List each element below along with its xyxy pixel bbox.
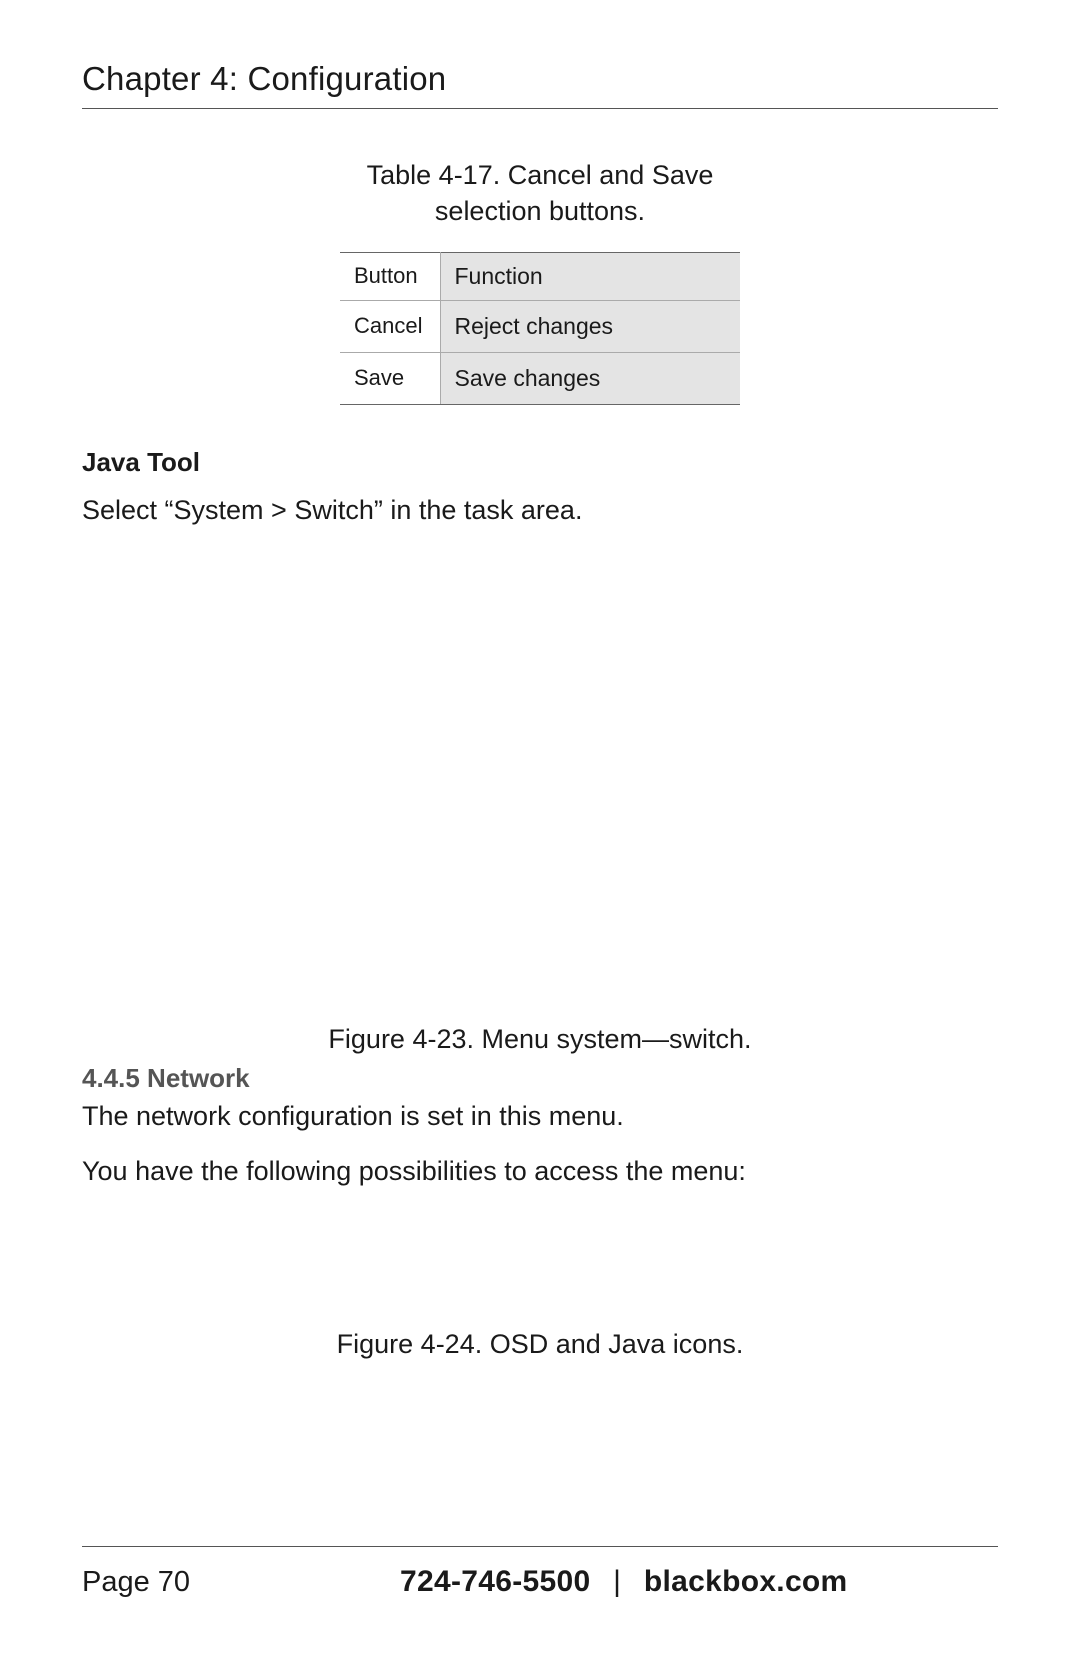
document-page: Chapter 4: Configuration Table 4-17. Can…: [0, 0, 1080, 1669]
footer-site: blackbox.com: [644, 1565, 848, 1598]
figure-4-23-caption: Figure 4-23. Menu system—switch.: [82, 1024, 998, 1055]
footer-phone: 724-746-5500: [400, 1565, 590, 1598]
table-4-17-caption: Table 4-17. Cancel and Save selection bu…: [82, 157, 998, 230]
section-4-4-5-p1: The network configuration is set in this…: [82, 1098, 998, 1136]
footer-separator: |: [613, 1565, 621, 1598]
table-row: Cancel Reject changes: [340, 300, 740, 352]
cell-button: Cancel: [340, 300, 440, 352]
cell-function: Save changes: [440, 352, 740, 404]
section-4-4-5-heading: 4.4.5 Network: [82, 1063, 998, 1094]
java-tool-heading: Java Tool: [82, 447, 998, 478]
page-number: Page 70: [82, 1566, 190, 1599]
footer-contact: 724-746-5500 | blackbox.com: [400, 1565, 847, 1599]
cell-function: Reject changes: [440, 300, 740, 352]
cell-button: Save: [340, 352, 440, 404]
table-header-function: Function: [440, 252, 740, 300]
java-tool-instruction: Select “System > Switch” in the task are…: [82, 492, 998, 530]
table-header-row: Button Function: [340, 252, 740, 300]
page-footer: Page 70 724-746-5500 | blackbox.com: [82, 1546, 998, 1599]
table-caption-line1: Table 4-17. Cancel and Save: [367, 160, 714, 190]
table-4-17: Button Function Cancel Reject changes Sa…: [340, 252, 740, 405]
table-caption-line2: selection buttons.: [435, 196, 645, 226]
section-4-4-5-p2: You have the following possibilities to …: [82, 1153, 998, 1191]
chapter-title: Chapter 4: Configuration: [82, 60, 998, 109]
figure-4-23-placeholder: [82, 548, 998, 1024]
table-row: Save Save changes: [340, 352, 740, 404]
figure-4-24-caption: Figure 4-24. OSD and Java icons.: [82, 1329, 998, 1360]
table-header-button: Button: [340, 252, 440, 300]
figure-4-24-placeholder: [82, 1209, 998, 1329]
